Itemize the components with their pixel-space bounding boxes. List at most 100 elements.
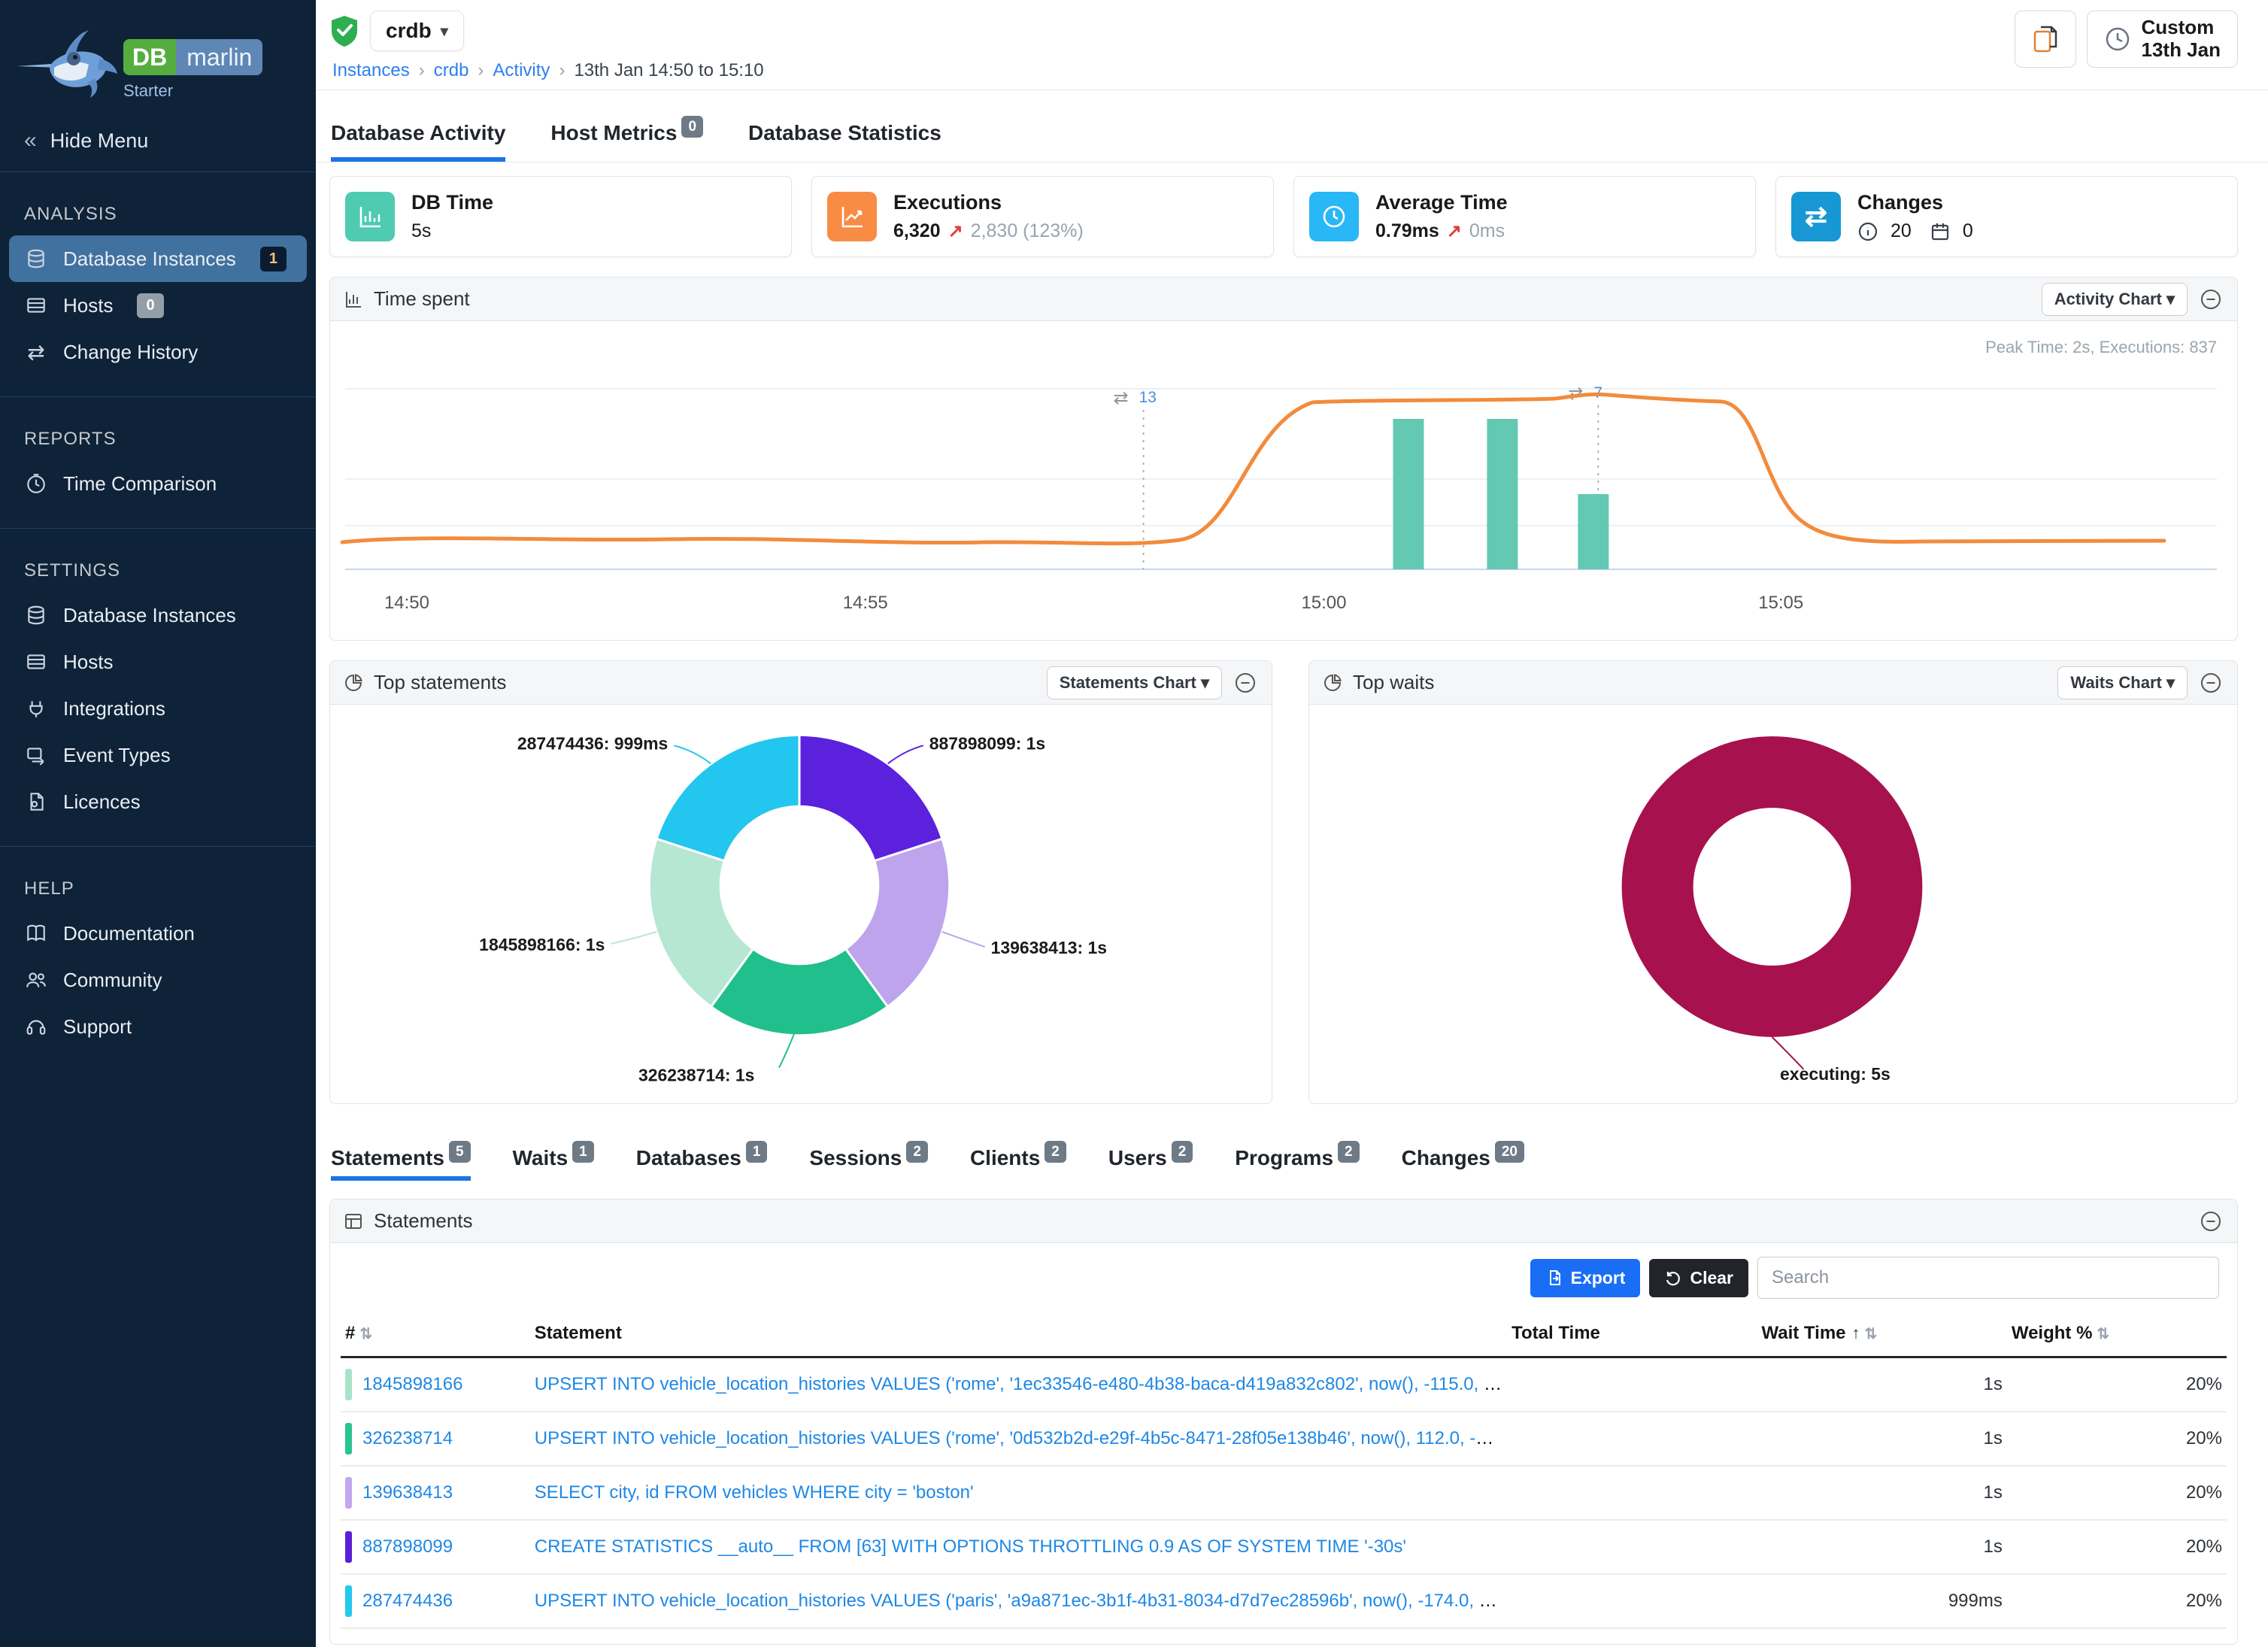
- breadcrumb-crdb[interactable]: crdb: [434, 60, 469, 81]
- tab-waits[interactable]: Waits1: [513, 1146, 594, 1181]
- tab-changes[interactable]: Changes20: [1402, 1146, 1524, 1181]
- breadcrumb-activity[interactable]: Activity: [493, 60, 550, 81]
- sidebar-item-label: Hosts: [63, 651, 113, 674]
- instance-selector[interactable]: crdb ▾: [370, 11, 464, 51]
- collapse-panel-icon[interactable]: [2198, 287, 2224, 312]
- col-total-time-header[interactable]: Total Time: [1507, 1311, 1757, 1357]
- sidebar-item-event-types[interactable]: Event Types: [0, 732, 316, 778]
- statement-color-marker: [345, 1585, 352, 1617]
- statement-link[interactable]: CREATE STATISTICS __auto__ FROM [63] WIT…: [535, 1536, 1406, 1557]
- sort-icon[interactable]: ⇅: [1865, 1326, 1878, 1342]
- statement-id-link[interactable]: 287474436: [362, 1591, 453, 1612]
- sidebar-item-licences[interactable]: Licences: [0, 778, 316, 825]
- top-statements-chart[interactable]: 887898099: 1s 287474436: 999ms 139638413…: [330, 705, 1272, 1103]
- statement-link[interactable]: SELECT city, id FROM vehicles WHERE city…: [535, 1482, 974, 1503]
- activity-chart-dropdown[interactable]: Activity Chart ▾: [2042, 283, 2188, 316]
- clear-button[interactable]: Clear: [1649, 1259, 1748, 1297]
- executions-bar[interactable]: [1393, 419, 1424, 569]
- donut-slice[interactable]: [799, 735, 942, 860]
- tab-clients[interactable]: Clients2: [970, 1146, 1066, 1181]
- hide-menu-button[interactable]: « Hide Menu: [0, 110, 316, 172]
- x-tick: 14:50: [384, 593, 429, 613]
- sidebar-item-documentation[interactable]: Documentation: [0, 910, 316, 957]
- statements-chart-dropdown[interactable]: Statements Chart ▾: [1047, 666, 1222, 699]
- waits-chart-dropdown[interactable]: Waits Chart ▾: [2057, 666, 2188, 699]
- statement-link[interactable]: UPSERT INTO vehicle_location_histories V…: [535, 1591, 1507, 1611]
- breadcrumb-instances[interactable]: Instances: [332, 60, 410, 81]
- kpi-title: DB Time: [411, 191, 493, 214]
- tab-database-activity[interactable]: Database Activity: [331, 121, 505, 162]
- sidebar-item-community[interactable]: Community: [0, 957, 316, 1003]
- collapse-left-icon: «: [24, 128, 37, 153]
- tab-sessions[interactable]: Sessions2: [809, 1146, 928, 1181]
- time-spent-chart[interactable]: Peak Time: 2s, Executions: 837 ⇄ 13 ⇄ 7: [330, 321, 2237, 640]
- statement-id-link[interactable]: 326238714: [362, 1428, 453, 1449]
- sort-up-icon[interactable]: ↑: [1852, 1324, 1860, 1342]
- pie-chart-icon: [1323, 673, 1342, 693]
- tab-databases[interactable]: Databases1: [636, 1146, 768, 1181]
- clock-icon: [1309, 192, 1359, 241]
- kpi-title: Average Time: [1375, 191, 1508, 214]
- info-icon: [1857, 221, 1878, 242]
- pie-chart-icon: [344, 673, 363, 693]
- top-bar: crdb ▾ Instances› crdb› Activity› 13th J…: [316, 0, 2268, 90]
- sidebar-item-database-instances[interactable]: Database Instances 1: [9, 235, 307, 282]
- tab-programs[interactable]: Programs2: [1235, 1146, 1359, 1181]
- executions-bar[interactable]: [1578, 494, 1609, 569]
- col-num-header[interactable]: #: [345, 1323, 355, 1343]
- sidebar-item-label: Time Comparison: [63, 472, 217, 496]
- change-marker-count[interactable]: 13: [1139, 389, 1157, 406]
- tab-host-metrics[interactable]: Host Metrics0: [550, 121, 703, 162]
- logo-db-text: DB: [123, 39, 176, 75]
- search-input[interactable]: [1757, 1257, 2219, 1299]
- donut-label: 887898099: 1s: [929, 733, 1045, 753]
- sidebar-item-label: Hosts: [63, 294, 113, 317]
- copy-link-button[interactable]: [2015, 11, 2076, 68]
- statement-id-link[interactable]: 1845898166: [362, 1374, 462, 1395]
- sort-icon[interactable]: ⇅: [359, 1326, 372, 1342]
- tab-badge: 2: [1338, 1141, 1360, 1163]
- sort-icon[interactable]: ⇅: [2097, 1326, 2109, 1342]
- sidebar-item-change-history[interactable]: ⇄ Change History: [0, 329, 316, 375]
- sidebar-item-label: Event Types: [63, 744, 171, 767]
- statement-link[interactable]: UPSERT INTO vehicle_location_histories V…: [535, 1428, 1507, 1448]
- collapse-panel-icon[interactable]: [1233, 670, 1258, 696]
- donut-label: 287474436: 999ms: [517, 733, 668, 753]
- tab-users[interactable]: Users2: [1108, 1146, 1193, 1181]
- col-wait-time-header[interactable]: Wait Time: [1761, 1323, 1845, 1343]
- col-statement-header[interactable]: Statement: [530, 1311, 1507, 1357]
- trend-chart-icon: [827, 192, 877, 241]
- breadcrumb: Instances› crdb› Activity› 13th Jan 14:5…: [332, 60, 2238, 81]
- dropdown-label: Activity Chart: [2054, 290, 2162, 308]
- sidebar-item-settings-database-instances[interactable]: Database Instances: [0, 592, 316, 638]
- top-waits-chart[interactable]: executing: 5s: [1309, 705, 2237, 1103]
- executions-bar[interactable]: [1487, 419, 1518, 569]
- sidebar-item-time-comparison[interactable]: Time Comparison: [0, 460, 316, 507]
- sidebar-item-hosts[interactable]: Hosts 0: [0, 282, 316, 329]
- sidebar-item-label: Support: [63, 1015, 132, 1039]
- statements-table: #⇅ Statement Total Time Wait Time↑⇅ Weig…: [341, 1311, 2227, 1629]
- collapse-panel-icon[interactable]: [2198, 670, 2224, 696]
- statement-id-link[interactable]: 139638413: [362, 1482, 453, 1503]
- breadcrumb-separator: ›: [478, 60, 484, 81]
- weight-value: 20%: [2007, 1357, 2227, 1412]
- plug-icon: [24, 696, 48, 720]
- collapse-panel-icon[interactable]: [2198, 1209, 2224, 1234]
- kpi-title: Changes: [1857, 191, 1984, 214]
- sidebar-item-support[interactable]: Support: [0, 1003, 316, 1050]
- tab-database-statistics[interactable]: Database Statistics: [748, 121, 941, 162]
- time-range-button[interactable]: Custom 13th Jan: [2087, 11, 2239, 68]
- statement-id-link[interactable]: 887898099: [362, 1536, 453, 1558]
- sidebar-item-integrations[interactable]: Integrations: [0, 685, 316, 732]
- donut-slice[interactable]: [656, 735, 799, 860]
- statement-link[interactable]: UPSERT INTO vehicle_location_histories V…: [535, 1374, 1507, 1394]
- export-button[interactable]: Export: [1530, 1259, 1641, 1297]
- col-weight-header[interactable]: Weight %: [2012, 1323, 2093, 1343]
- tab-label: Host Metrics: [550, 121, 677, 144]
- undo-icon: [1664, 1269, 1682, 1287]
- tab-statements[interactable]: Statements5: [331, 1146, 471, 1181]
- sidebar-item-settings-hosts[interactable]: Hosts: [0, 638, 316, 685]
- donut-slice[interactable]: [1657, 772, 1887, 1002]
- tab-badge: 20: [1495, 1141, 1524, 1163]
- donut-label: executing: 5s: [1780, 1064, 1891, 1084]
